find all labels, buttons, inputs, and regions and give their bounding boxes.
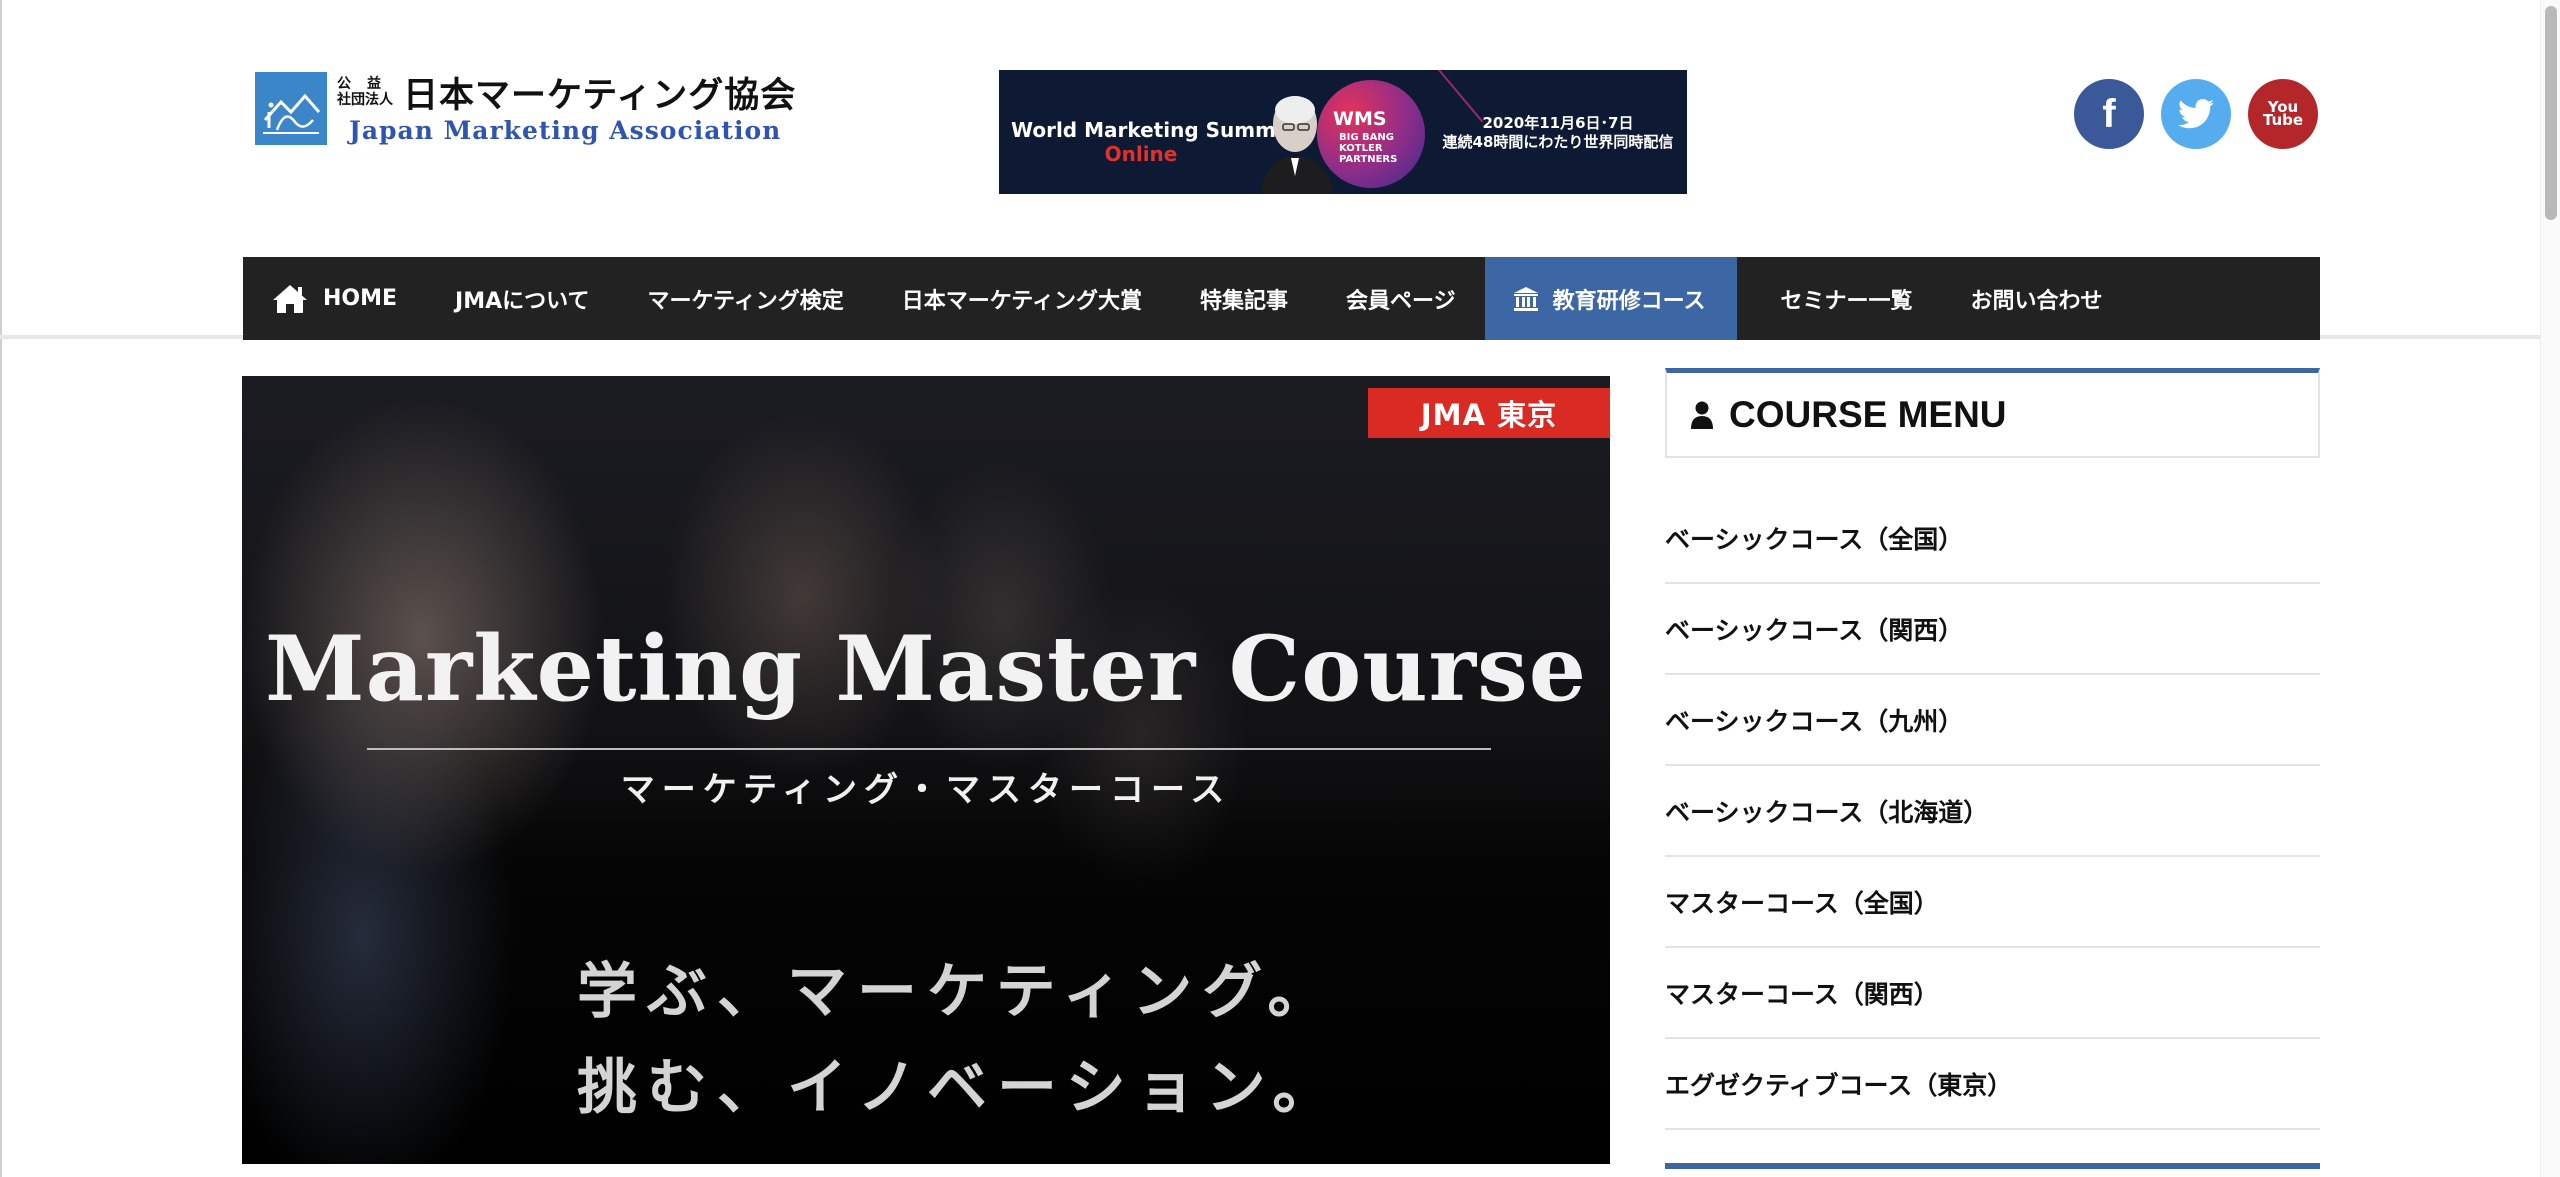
facebook-icon[interactable]: f	[2074, 79, 2144, 149]
twitter-icon[interactable]	[2161, 79, 2231, 149]
nav-marketing-award[interactable]: 日本マーケティング大賞	[873, 257, 1171, 340]
banner-wms-label: WMS	[1333, 108, 1387, 130]
nav-about[interactable]: JMAについて	[426, 257, 618, 340]
nav-member-page[interactable]: 会員ページ	[1317, 257, 1485, 340]
banner-date: 2020年11月6日･7日	[1482, 114, 1634, 132]
banner-title: World Marketing Summit	[1011, 118, 1293, 142]
course-basic-kansai[interactable]: ベーシックコース（関西）	[1665, 584, 2320, 675]
youtube-icon[interactable]: You Tube	[2248, 79, 2318, 149]
hero-subtitle: マーケティング・マスターコース	[620, 770, 1232, 810]
nav-education-courses[interactable]: 教育研修コース	[1484, 257, 1738, 340]
logo-name-jp: 日本マーケティング協会	[403, 75, 797, 116]
nav-contact[interactable]: お問い合わせ	[1942, 257, 2132, 340]
jma-logo-mark	[255, 72, 327, 145]
nav-seminars[interactable]: セミナー一覧	[1751, 257, 1941, 340]
course-basic-national[interactable]: ベーシックコース（全国）	[1665, 493, 2320, 584]
site-logo[interactable]: 公益 社団法人 日本マーケティング協会 Japan Marketing Asso…	[255, 72, 795, 152]
hero-tag: JMA 東京	[1368, 388, 1610, 438]
course-menu-list: ベーシックコース（全国） ベーシックコース（関西） ベーシックコース（九州） ベ…	[1665, 493, 2320, 1130]
course-executive-tokyo[interactable]: エグゼクティブコース（東京）	[1665, 1039, 2320, 1130]
course-menu-title: COURSE MENU	[1729, 393, 2007, 435]
logo-name-en: Japan Marketing Association	[349, 116, 782, 145]
banner-description: 連続48時間にわたり世界同時配信	[1442, 133, 1674, 151]
hero-image[interactable]: JMA 東京 Marketing Master Course マーケティング・マ…	[242, 376, 1610, 1164]
next-widget-border	[1665, 1163, 2320, 1169]
hero-divider	[367, 748, 1491, 750]
institution-icon	[1513, 286, 1539, 312]
scrollbar-thumb[interactable]	[2545, 6, 2557, 220]
scrollbar[interactable]	[2540, 0, 2560, 1177]
home-icon	[271, 283, 309, 315]
course-basic-hokkaido[interactable]: ベーシックコース（北海道）	[1665, 766, 2320, 857]
nav-home[interactable]: HOME	[243, 257, 426, 340]
banner-partners: BIG BANG KOTLER PARTNERS	[1339, 132, 1398, 165]
window-edge	[0, 0, 2, 1177]
wms-banner[interactable]: World Marketing Summit Online WMS BIG BA…	[999, 70, 1687, 194]
hero-title: Marketing Master Course	[264, 616, 1588, 722]
nav-marketing-exam[interactable]: マーケティング検定	[619, 257, 873, 340]
course-menu-header: COURSE MENU	[1665, 368, 2320, 458]
course-master-kansai[interactable]: マスターコース（関西）	[1665, 948, 2320, 1039]
hero-copy: 学ぶ、マーケティング。 挑む、イノベーション。	[577, 957, 1343, 1123]
course-basic-kyushu[interactable]: ベーシックコース（九州）	[1665, 675, 2320, 766]
banner-subtitle: Online	[1104, 142, 1178, 166]
main-nav: HOME JMAについて マーケティング検定 日本マーケティング大賞 特集記事 …	[243, 257, 2320, 340]
user-icon	[1691, 401, 1713, 429]
course-master-national[interactable]: マスターコース（全国）	[1665, 857, 2320, 948]
logo-corporation-type: 公益 社団法人	[337, 76, 397, 108]
nav-feature-articles[interactable]: 特集記事	[1171, 257, 1317, 340]
